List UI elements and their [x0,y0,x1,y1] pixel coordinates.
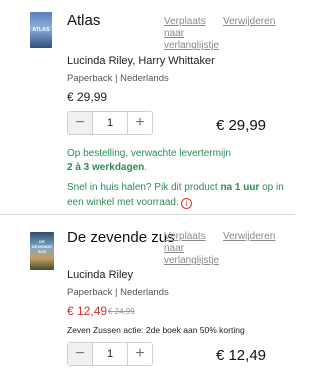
quantity-input[interactable] [93,343,127,365]
item-divider [0,214,295,215]
line-total: € 29,99 [215,117,266,134]
quantity-input[interactable] [93,112,127,134]
quantity-stepper: − + [67,111,153,135]
cart-item: ATLAS Atlas Verplaats naar verlanglijstj… [0,0,295,214]
move-to-wishlist-link[interactable]: Verplaats naar verlanglijstje [164,231,219,267]
product-authors: Lucinda Riley [67,269,134,281]
cover-title-text: ATLAS [32,27,50,33]
product-title[interactable]: De zevende zus [67,229,175,246]
move-to-wishlist-link[interactable]: Verplaats naar verlanglijstje [164,16,219,52]
store-pickup-info: Snel in huis halen? Pik dit product na 1… [67,180,285,210]
promotion-text: Zeven Zussen actie: 2de boek aan 50% kor… [67,325,245,335]
book-cover-image[interactable]: DE ZEVENDE ZUS [30,232,54,270]
pickup-time: na 1 uur [220,182,260,193]
line-total: € 12,49 [215,347,266,364]
product-title[interactable]: Atlas [67,12,100,29]
unit-price: € 29,99 [67,90,108,104]
sale-price: € 12,49 [67,304,108,318]
cart-item: DE ZEVENDE ZUS De zevende zus Verplaats … [0,219,295,377]
info-icon[interactable]: i [180,198,192,209]
decrease-quantity-button[interactable]: − [68,112,93,134]
cover-title-text: DE ZEVENDE ZUS [31,239,53,254]
remove-link[interactable]: Verwijderen [223,16,275,28]
original-price: € 24,99 [108,307,135,316]
delivery-time: 2 à 3 werkdagen [67,162,145,173]
delivery-info: Op bestelling, verwachte levertermijn 2 … [67,147,231,175]
increase-quantity-button[interactable]: + [127,112,152,134]
increase-quantity-button[interactable]: + [127,343,152,365]
delivery-period: . [144,162,148,173]
product-format: Paperback | Nederlands [67,73,169,84]
book-cover-image[interactable]: ATLAS [30,12,52,48]
product-format: Paperback | Nederlands [67,287,169,298]
pickup-text: Snel in huis halen? Pik dit product [67,182,221,193]
remove-link[interactable]: Verwijderen [223,231,275,243]
product-authors: Lucinda Riley, Harry Whittaker [67,55,215,67]
decrease-quantity-button[interactable]: − [68,343,93,365]
delivery-text: Op bestelling, verwachte levertermijn [67,148,231,159]
quantity-stepper: − + [67,342,153,366]
